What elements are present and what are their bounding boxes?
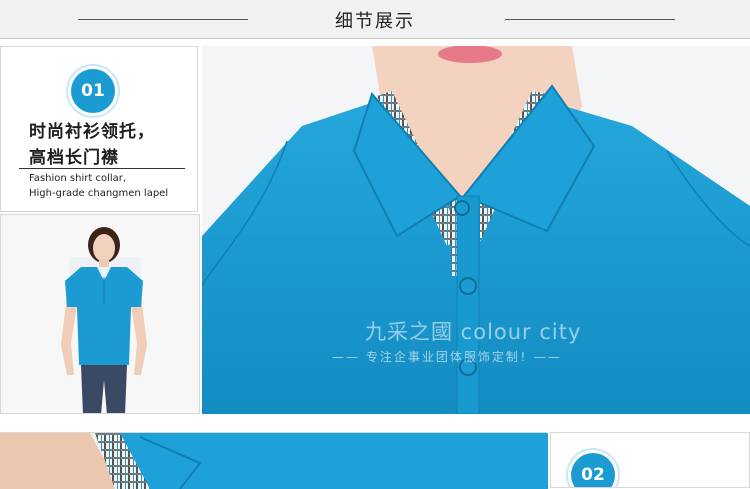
header-divider-right bbox=[505, 19, 675, 20]
brand-watermark: 九采之國 colour city bbox=[365, 320, 582, 344]
feature-desc-line2: High-grade changmen lapel bbox=[29, 188, 169, 199]
collar-detail-photo-2 bbox=[0, 432, 548, 489]
feature-02-panel: 02 bbox=[550, 432, 750, 488]
model-illustration bbox=[1, 215, 199, 413]
model-full-photo bbox=[0, 214, 200, 414]
feature-title-line2: 高档长门襟 bbox=[29, 148, 119, 168]
collar-illustration-2 bbox=[0, 433, 548, 489]
feature-desc-line1: Fashion shirt collar, bbox=[29, 173, 127, 184]
section-title: 细节展示 bbox=[335, 11, 415, 32]
collar-detail-photo: 九采之國 colour city —— 专注企事业团体服饰定制！—— bbox=[202, 46, 750, 414]
feature-title-line1: 时尚衬衫领托， bbox=[29, 122, 155, 142]
feature-title-underline bbox=[19, 168, 185, 169]
feature-number-badge-2: 02 bbox=[571, 453, 615, 487]
feature-01-panel: 01 时尚衬衫领托， 高档长门襟 Fashion shirt collar, H… bbox=[0, 46, 198, 212]
section-header: 细节展示 bbox=[0, 0, 750, 39]
feature-number-badge: 01 bbox=[71, 69, 115, 113]
slogan-watermark: —— 专注企事业团体服饰定制！—— bbox=[332, 350, 562, 364]
